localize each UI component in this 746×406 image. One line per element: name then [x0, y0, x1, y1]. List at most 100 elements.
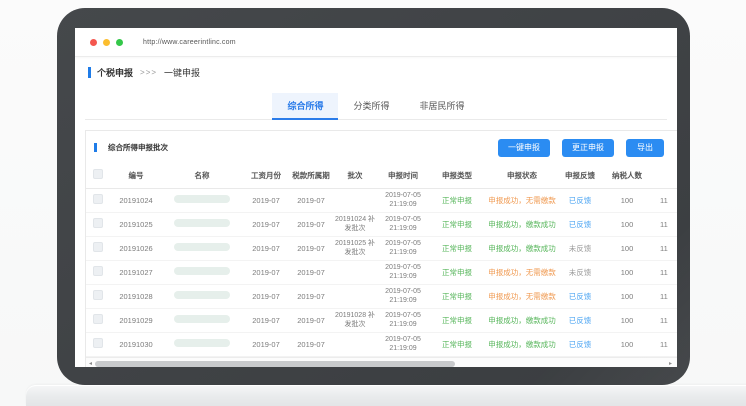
name-placeholder [174, 195, 230, 203]
cell-select [86, 189, 110, 213]
row-checkbox[interactable] [93, 242, 103, 252]
cell-id: 20191025 [110, 213, 162, 237]
breadcrumb-section: 个税申报 [97, 66, 133, 79]
cell-filing-feedback[interactable]: 已反馈 [558, 189, 602, 213]
column-header: 税款所属期 [290, 162, 332, 189]
correction-filing-button[interactable]: 更正申报 [562, 139, 614, 157]
table-row: 201910262019-072019-0720191025 补发批次2019-… [86, 237, 677, 261]
cell-filing-feedback[interactable]: 已反馈 [558, 285, 602, 309]
cell-name [162, 333, 242, 357]
cell-amount: 11 [652, 213, 677, 237]
cell-filing-status: 申报成功，缴款成功 [486, 213, 558, 237]
cell-salary-month: 2019-07 [242, 261, 290, 285]
laptop-base [26, 385, 746, 406]
cell-select [86, 237, 110, 261]
cell-filing-time: 2019-07-05 21:19:09 [378, 237, 428, 261]
cell-tax-period: 2019-07 [290, 237, 332, 261]
table-row: 201910242019-072019-072019-07-05 21:19:0… [86, 189, 677, 213]
tabs: 综合所得分类所得非居民所得 [272, 93, 479, 119]
select-all-checkbox[interactable] [93, 169, 103, 179]
table-row: 201910282019-072019-072019-07-05 21:19:0… [86, 285, 677, 309]
cell-id: 20191030 [110, 333, 162, 357]
cell-amount: 11 [652, 261, 677, 285]
browser-chrome: http://www.careerintlinc.com [75, 28, 677, 57]
cell-filing-type: 正常申报 [428, 213, 486, 237]
panel-header: 综合所得申报批次 一键申报更正申报导出 [86, 131, 677, 162]
name-placeholder [174, 339, 230, 347]
name-placeholder [174, 267, 230, 275]
cell-batch [332, 189, 378, 213]
cell-filing-feedback[interactable]: 已反馈 [558, 309, 602, 333]
row-checkbox[interactable] [93, 266, 103, 276]
tab-comprehensive-income[interactable]: 综合所得 [272, 93, 338, 120]
desktop-background: http://www.careerintlinc.com 个税申报 >>> 一键… [0, 0, 746, 406]
cell-batch: 20191025 补发批次 [332, 237, 378, 261]
cell-filing-type: 正常申报 [428, 285, 486, 309]
monitor-bezel: http://www.careerintlinc.com 个税申报 >>> 一键… [57, 8, 690, 385]
cell-taxpayer-count: 100 [602, 237, 652, 261]
cell-filing-type: 正常申报 [428, 309, 486, 333]
cell-id: 20191028 [110, 285, 162, 309]
tab-nonresident-income[interactable]: 非居民所得 [405, 93, 480, 120]
scroll-left-icon[interactable]: ◂ [89, 359, 92, 367]
name-placeholder [174, 219, 230, 227]
cell-tax-period: 2019-07 [290, 213, 332, 237]
scroll-right-icon[interactable]: ▸ [669, 359, 672, 367]
row-checkbox[interactable] [93, 338, 103, 348]
accent-bar-icon [94, 143, 97, 152]
one-click-filing-button[interactable]: 一键申报 [498, 139, 550, 157]
column-header: 申报状态 [486, 162, 558, 189]
cell-filing-time: 2019-07-05 21:19:09 [378, 189, 428, 213]
cell-amount: 11 [652, 285, 677, 309]
cell-filing-type: 正常申报 [428, 333, 486, 357]
cell-filing-feedback[interactable]: 已反馈 [558, 333, 602, 357]
cell-filing-time: 2019-07-05 21:19:09 [378, 285, 428, 309]
name-placeholder [174, 315, 230, 323]
cell-filing-status: 申报成功，缴款成功 [486, 237, 558, 261]
cell-filing-feedback[interactable]: 已反馈 [558, 213, 602, 237]
cell-id: 20191027 [110, 261, 162, 285]
horizontal-scrollbar[interactable]: ◂ ▸ [86, 357, 677, 367]
filing-batches-table: 编号名称工资月份税款所属期批次申报时间申报类型申报状态申报反馈纳税人数 2019… [86, 162, 677, 357]
cell-filing-time: 2019-07-05 21:19:09 [378, 333, 428, 357]
cell-name [162, 237, 242, 261]
column-header: 申报时间 [378, 162, 428, 189]
filing-batches-panel: 综合所得申报批次 一键申报更正申报导出 编号名称工资月份税款所属期批次申报时间申… [85, 130, 677, 367]
window-minimize-icon[interactable] [103, 39, 110, 46]
cell-id: 20191026 [110, 237, 162, 261]
cell-batch [332, 261, 378, 285]
cell-filing-type: 正常申报 [428, 261, 486, 285]
cell-taxpayer-count: 100 [602, 309, 652, 333]
cell-batch: 20191028 补发批次 [332, 309, 378, 333]
row-checkbox[interactable] [93, 194, 103, 204]
cell-filing-time: 2019-07-05 21:19:09 [378, 309, 428, 333]
cell-taxpayer-count: 100 [602, 285, 652, 309]
cell-filing-feedback: 未反馈 [558, 237, 602, 261]
cell-amount: 11 [652, 237, 677, 261]
cell-name [162, 285, 242, 309]
table-row: 201910252019-072019-0720191024 补发批次2019-… [86, 213, 677, 237]
window-maximize-icon[interactable] [116, 39, 123, 46]
row-checkbox[interactable] [93, 314, 103, 324]
address-bar[interactable]: http://www.careerintlinc.com [143, 39, 236, 46]
export-button[interactable]: 导出 [626, 139, 664, 157]
row-checkbox[interactable] [93, 218, 103, 228]
row-checkbox[interactable] [93, 290, 103, 300]
column-header: 纳税人数 [602, 162, 652, 189]
cell-filing-status: 申报成功，无需缴款 [486, 285, 558, 309]
cell-tax-period: 2019-07 [290, 333, 332, 357]
cell-id: 20191029 [110, 309, 162, 333]
cell-salary-month: 2019-07 [242, 333, 290, 357]
table-header-row: 编号名称工资月份税款所属期批次申报时间申报类型申报状态申报反馈纳税人数 [86, 162, 677, 189]
cell-tax-period: 2019-07 [290, 261, 332, 285]
panel-actions: 一键申报更正申报导出 [498, 139, 664, 157]
cell-taxpayer-count: 100 [602, 261, 652, 285]
column-header: 名称 [162, 162, 242, 189]
cell-amount: 11 [652, 333, 677, 357]
window-close-icon[interactable] [90, 39, 97, 46]
cell-filing-type: 正常申报 [428, 189, 486, 213]
tab-classified-income[interactable]: 分类所得 [338, 93, 404, 120]
table-row: 201910292019-072019-0720191028 补发批次2019-… [86, 309, 677, 333]
cell-filing-type: 正常申报 [428, 237, 486, 261]
scrollbar-thumb[interactable] [95, 361, 455, 367]
